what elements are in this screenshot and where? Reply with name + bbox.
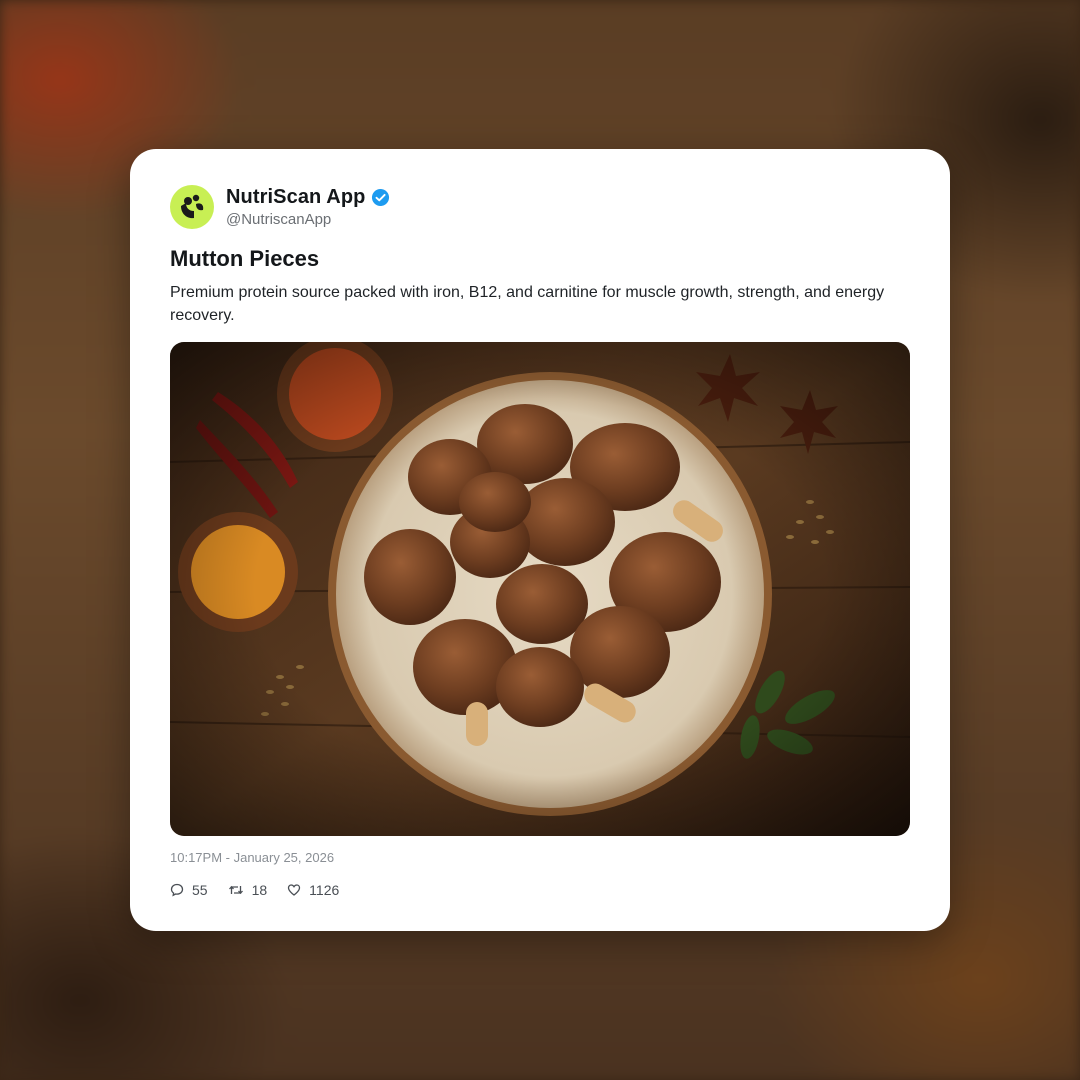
heart-icon [288,884,301,896]
engagement-bar: 55 18 1126 [170,882,359,898]
post-image[interactable] [170,342,910,836]
reply-button[interactable]: 55 [170,882,208,898]
comment-icon [170,883,184,897]
post-card: NutriScan App @NutriscanApp Mutton Piece… [130,149,950,931]
reply-count: 55 [192,882,208,898]
post-timestamp: 10:17PM - January 25, 2026 [170,850,335,865]
post-title: Mutton Pieces [170,246,320,271]
verified-badge-icon [372,188,390,207]
repost-icon [228,885,243,895]
repost-button[interactable]: 18 [228,882,268,898]
like-button[interactable]: 1126 [287,882,339,898]
like-count: 1126 [309,882,340,898]
account-name[interactable]: NutriScan App [226,186,365,209]
avatar[interactable] [170,185,214,229]
nutriscan-logo-icon [181,194,204,219]
post-description: Premium protein source packed with iron,… [170,284,885,324]
account-handle[interactable]: @NutriscanApp [226,211,390,228]
repost-count: 18 [251,882,268,898]
post-header: NutriScan App @NutriscanApp [170,185,390,229]
mutton-photo [170,342,910,836]
